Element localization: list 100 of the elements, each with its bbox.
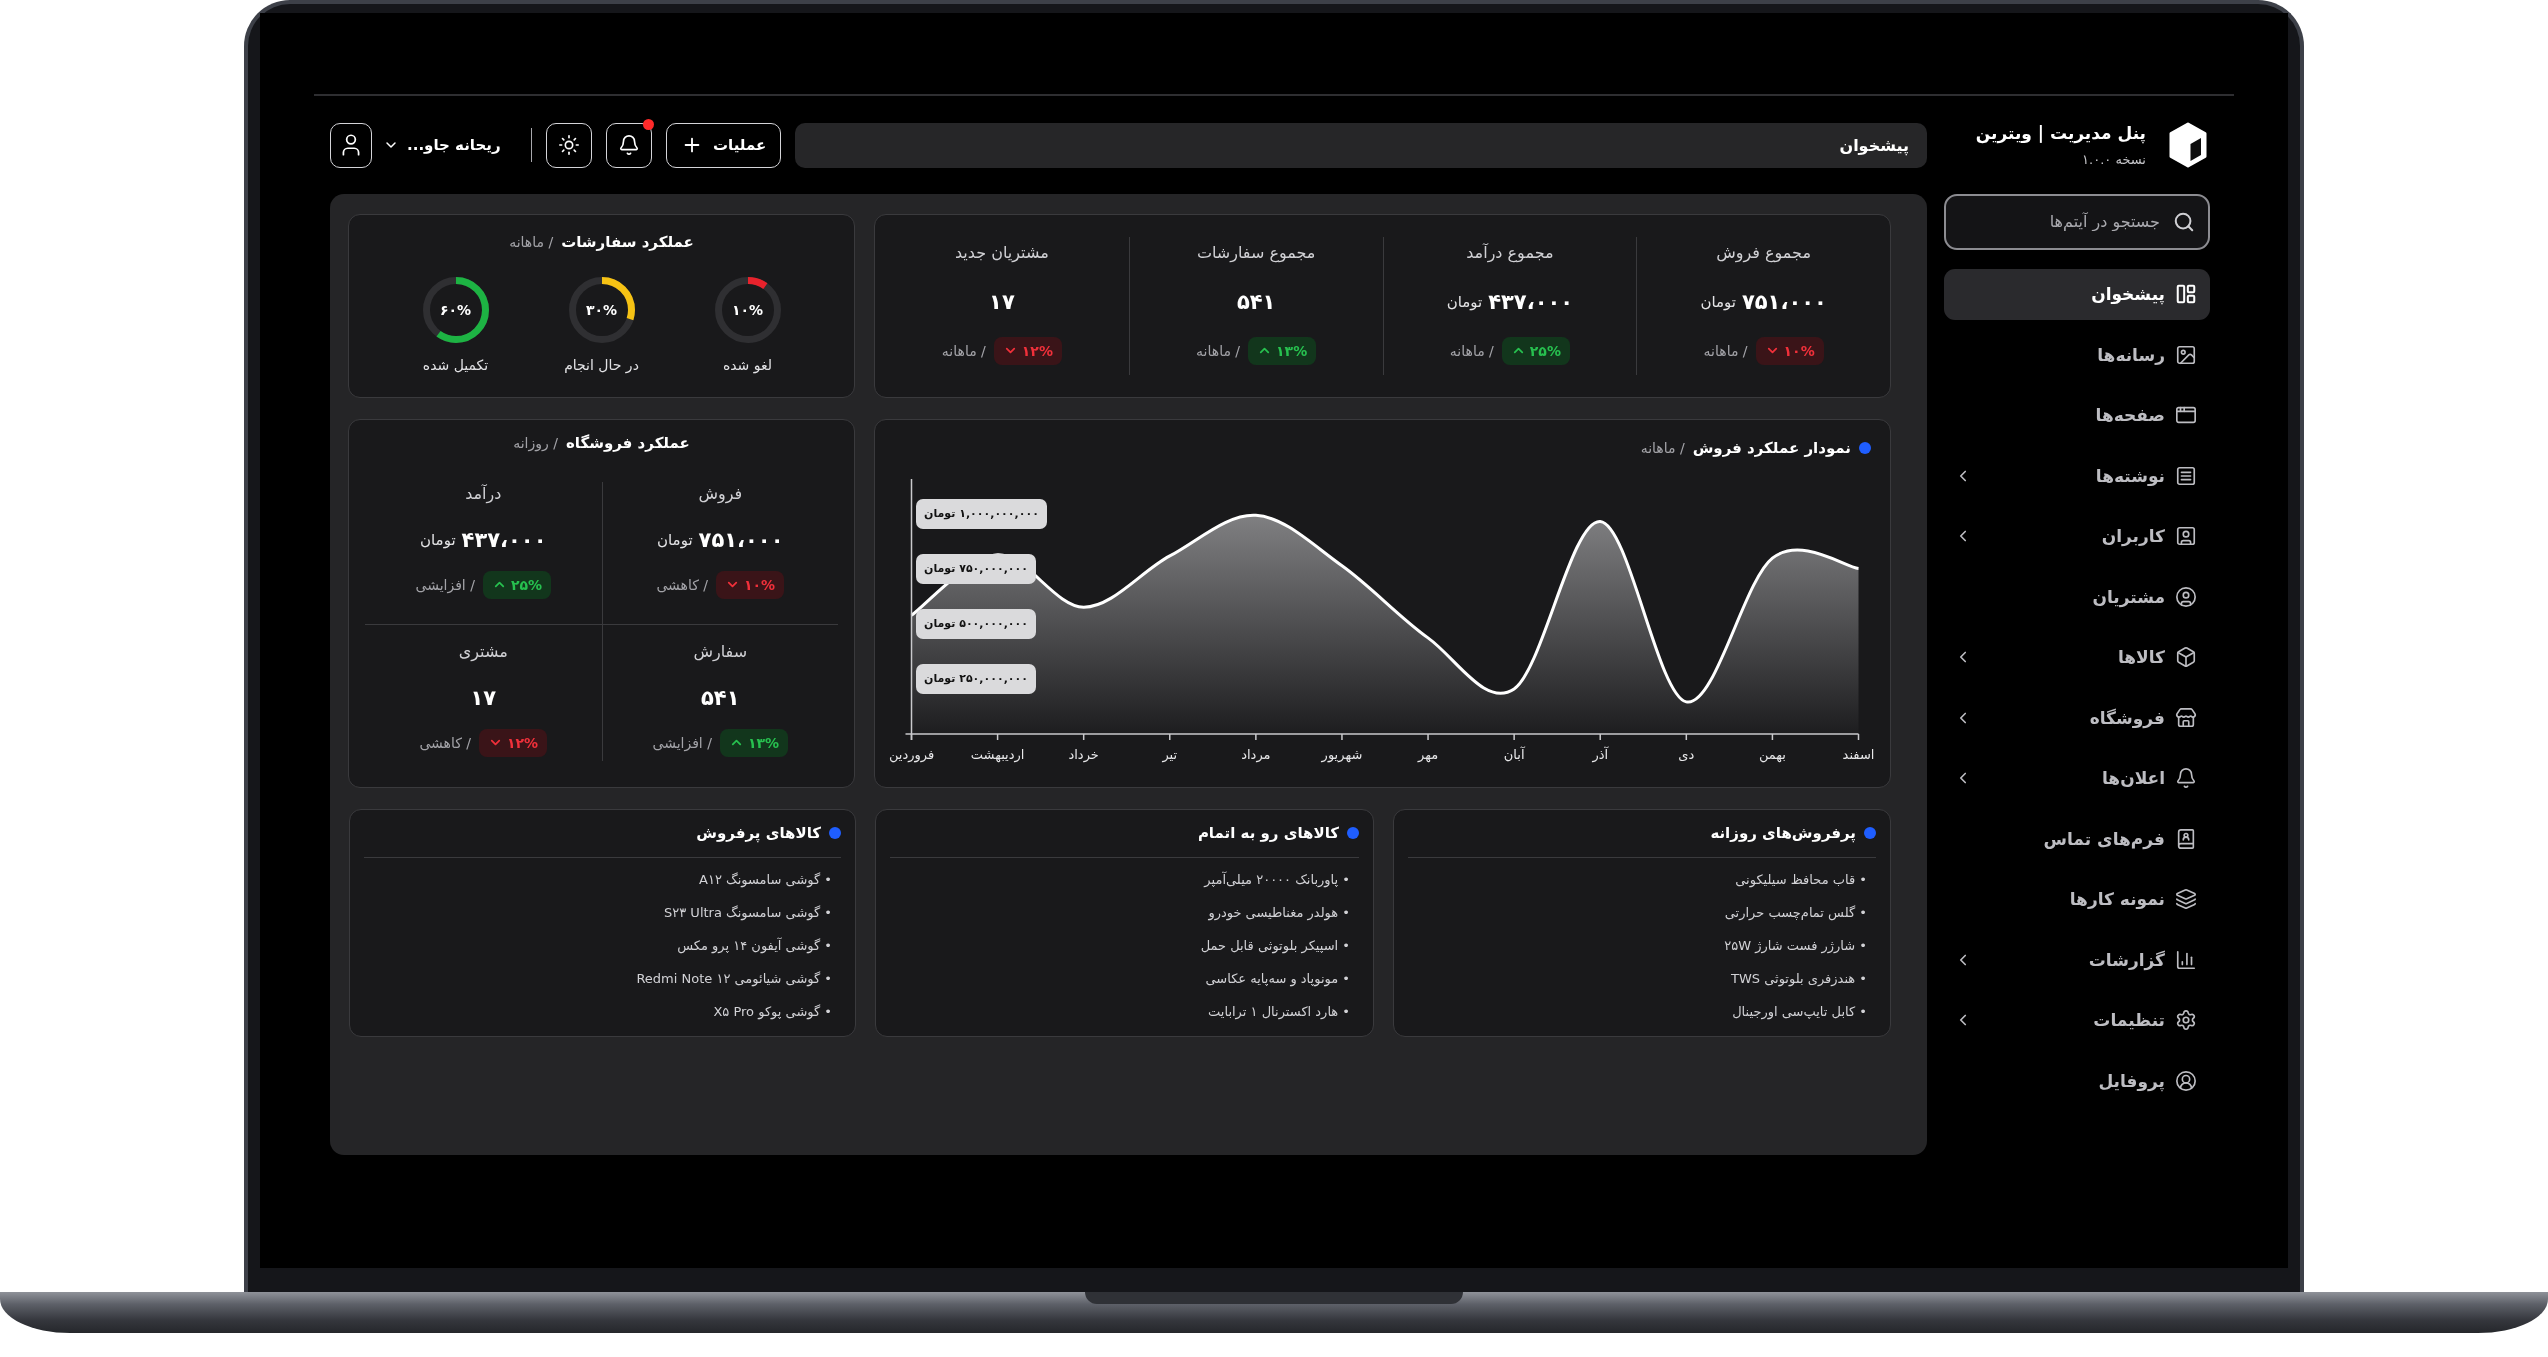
layout-icon xyxy=(2175,283,2197,305)
y-axis-label: ۱,۰۰۰,۰۰۰,۰۰۰ تومان xyxy=(916,498,1047,529)
user-menu[interactable]: ریحانه جاو... xyxy=(379,122,505,168)
user-circle-icon xyxy=(2175,585,2197,608)
trend-percent: ۲۵% xyxy=(510,575,543,595)
card-title: پرفروش‌های روزانه xyxy=(1710,823,1856,845)
list-item: • پاوربانک ۲۰۰۰۰ میلی‌آمپر xyxy=(1202,870,1350,890)
nav-item[interactable]: مشتریان xyxy=(1944,571,2210,622)
period-label: / ماهانه xyxy=(509,232,554,252)
trend-label: / کاهشی xyxy=(656,575,708,595)
metric-value: ۵۴۱ xyxy=(701,684,740,712)
ring-label: در حال انجام xyxy=(564,355,639,376)
nav-item[interactable]: پروفایل xyxy=(1944,1055,2210,1106)
metric-value: ۴۳۷،۰۰۰ xyxy=(461,526,547,554)
card-title: کالاهای رو به اتمام xyxy=(1197,823,1339,844)
x-axis-label: خرداد xyxy=(1068,745,1099,765)
bar-chart-icon xyxy=(2175,948,2197,971)
cube-icon xyxy=(2175,646,2197,668)
list-item: • گوشی شیائومی Redmi Note ۱۲ xyxy=(635,969,832,989)
notifications-button[interactable] xyxy=(606,122,653,168)
currency-unit: تومان xyxy=(1700,291,1736,313)
dot-icon xyxy=(1859,441,1871,454)
chart-title: نمودار عملکرد فروش xyxy=(1692,437,1851,459)
x-axis-label: مرداد xyxy=(1241,745,1271,765)
window-icon xyxy=(2175,404,2197,426)
image-icon xyxy=(2175,343,2197,366)
list-item: • قاب محافظ سیلیکونی xyxy=(1734,870,1867,890)
brand-title: پنل مدیریت | ویترین xyxy=(1975,121,2146,145)
logo-icon xyxy=(2168,121,2208,168)
nav-item[interactable]: رسانه‌ها xyxy=(1944,329,2210,380)
list-item: • گوشی پوکو X۵ Pro xyxy=(712,1002,832,1022)
metric-value: ۱۷ xyxy=(470,684,497,712)
stat-title: مشتریان جدید xyxy=(954,241,1049,265)
stat-title: مجموع سفارشات xyxy=(1196,241,1316,265)
x-axis-label: مهر xyxy=(1417,745,1439,765)
stat-title: مجموع درآمد xyxy=(1466,241,1554,265)
trend-percent: ۱۳% xyxy=(1276,341,1308,361)
ring-percent: ۶۰% xyxy=(439,300,472,319)
nav-item[interactable]: نوشته‌ها xyxy=(1944,450,2210,501)
y-axis-label: ۵۰۰,۰۰۰,۰۰۰ تومان xyxy=(916,608,1036,639)
metric-label: فروش xyxy=(698,482,743,506)
user-square-icon xyxy=(2175,525,2197,547)
text-lines-icon xyxy=(2175,464,2197,487)
stat-value: ۷۵۱،۰۰۰ xyxy=(1741,288,1827,316)
list-item: • اسپیکر بلوتوثی قابل حمل xyxy=(1199,936,1350,956)
search-field[interactable]: جستجو در آیتم‌ها xyxy=(1944,193,2210,250)
metric-label: مشتری xyxy=(458,640,508,664)
ring-percent: ۳۰% xyxy=(585,300,618,319)
theme-toggle-button[interactable] xyxy=(546,122,593,168)
x-axis-label: بهمن xyxy=(1758,745,1786,765)
x-axis-label: آذر xyxy=(1592,745,1609,765)
nav-item[interactable]: کاربران xyxy=(1944,510,2210,562)
bell-icon xyxy=(618,134,641,156)
nav-item[interactable]: فروشگاه xyxy=(1944,692,2210,743)
x-axis-label: تیر xyxy=(1162,745,1178,765)
avatar-button[interactable] xyxy=(330,122,372,168)
currency-unit: تومان xyxy=(1446,291,1483,313)
ring-percent: ۱۰% xyxy=(731,300,764,319)
nav-item[interactable]: تنظیمات xyxy=(1944,994,2210,1046)
stat-title: مجموع فروش xyxy=(1716,241,1811,265)
nav-item[interactable]: پیشخوان xyxy=(1944,268,2210,320)
list-item: • گلس تمام‌چسب حرارتی xyxy=(1723,903,1867,923)
user-circle-icon xyxy=(2175,1069,2197,1092)
currency-unit: تومان xyxy=(657,529,693,551)
period-label: / ماهانه xyxy=(1640,438,1685,458)
store-icon xyxy=(2175,706,2197,729)
currency-unit: تومان xyxy=(420,529,456,551)
page-title: پیشخوان xyxy=(1839,135,1909,155)
period-label: / ماهانه xyxy=(1196,341,1241,361)
actions-button[interactable]: عملیات xyxy=(666,122,782,168)
list-item: • کابل تایپ‌سی اورجینال xyxy=(1731,1002,1867,1022)
trend-percent: ۲۵% xyxy=(1529,341,1561,361)
nav-item[interactable]: گزارشات xyxy=(1944,934,2210,985)
sun-icon xyxy=(558,134,581,156)
metric-value: ۷۵۱،۰۰۰ xyxy=(698,526,784,554)
nav-item[interactable]: کالاها xyxy=(1944,631,2210,683)
trend-percent: ۱۲% xyxy=(1021,341,1053,361)
settings-icon xyxy=(2175,1009,2197,1031)
list-item: • گوشی سامسونگ S۲۳ Ultra xyxy=(663,903,832,923)
list-item: • گوشی سامسونگ A۱۲ xyxy=(698,870,832,890)
nav-item[interactable]: نمونه کارها xyxy=(1944,873,2210,925)
version-label: نسخه ۱.۰.۰ xyxy=(2081,150,2146,169)
nav-item[interactable]: صفحه‌ها xyxy=(1944,389,2210,441)
trend-percent: ۱۰% xyxy=(744,575,776,595)
trend-label: / افزایشی xyxy=(652,733,712,754)
metric-label: درآمد xyxy=(465,482,502,506)
x-axis-label: آبان xyxy=(1503,745,1525,764)
trend-label: / کاهشی xyxy=(419,733,471,753)
card-title: عملکرد فروشگاه xyxy=(565,432,690,454)
nav-item[interactable]: فرم‌های تماس xyxy=(1944,813,2210,864)
period-label: / روزانه xyxy=(513,433,558,454)
x-axis-label: دی xyxy=(1678,745,1695,764)
list-item: • هارد اکسترنال ۱ ترابایت xyxy=(1207,1002,1350,1022)
stat-value: ۴۳۷،۰۰۰ xyxy=(1488,288,1574,316)
trend-label: / افزایشی xyxy=(415,575,475,596)
period-label: / ماهانه xyxy=(1703,341,1748,361)
list-item: • هولدر مغناطیسی خودرو xyxy=(1207,903,1350,923)
nav-item[interactable]: اعلان‌ها xyxy=(1944,752,2210,804)
period-label: / ماهانه xyxy=(1449,341,1494,361)
stat-value: ۱۷ xyxy=(989,288,1015,316)
